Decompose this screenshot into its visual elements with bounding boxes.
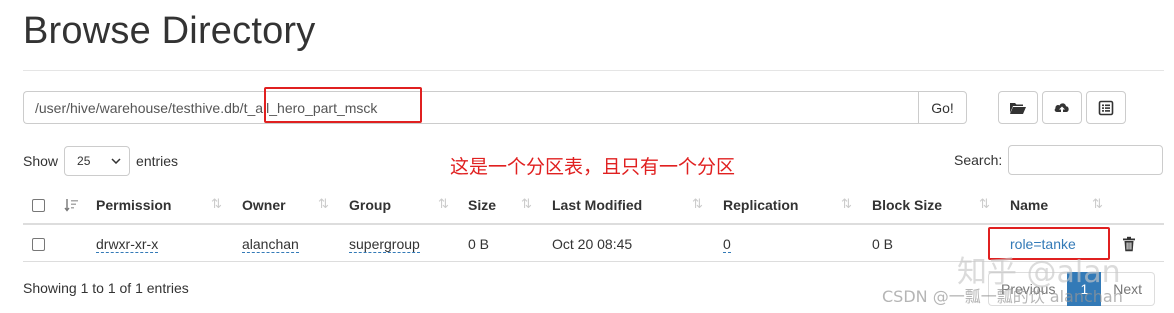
select-all-cell xyxy=(32,187,45,223)
row-checkbox[interactable] xyxy=(32,237,45,251)
sort-arrows-icon: ⇅ xyxy=(1092,196,1103,211)
column-header-size[interactable]: Size xyxy=(468,187,496,223)
column-header-name[interactable]: Name xyxy=(1010,187,1048,223)
size-value: 0 B xyxy=(468,236,490,252)
group-cell: supergroup xyxy=(349,226,420,262)
folder-open-icon xyxy=(1010,102,1026,114)
replication-value[interactable]: 0 xyxy=(723,236,731,253)
permission-cell: drwxr-xr-x xyxy=(96,226,159,262)
list-alt-icon xyxy=(1098,100,1114,115)
column-header-permission[interactable]: Permission xyxy=(96,187,171,223)
length-menu: Show 25 entries xyxy=(23,146,178,176)
sort-arrows-icon: ⇅ xyxy=(841,196,852,211)
path-annotation-box xyxy=(264,87,422,123)
show-label: Show xyxy=(23,153,59,169)
last-modified-value: Oct 20 08:45 xyxy=(552,236,633,252)
table-info: Showing 1 to 1 of 1 entries xyxy=(23,280,189,296)
row-select-cell xyxy=(32,226,45,262)
sort-arrows-icon: ⇅ xyxy=(692,196,703,211)
title-divider xyxy=(23,70,1164,71)
sort-arrows-icon: ⇅ xyxy=(521,196,532,211)
search-input[interactable] xyxy=(1008,145,1164,175)
column-header-last-modified[interactable]: Last Modified xyxy=(552,187,642,223)
owner-cell: alanchan xyxy=(242,226,299,262)
permission-value[interactable]: drwxr-xr-x xyxy=(96,236,159,253)
path-bar: /user/hive/warehouse/testhive.db/t_all_h… xyxy=(23,91,967,124)
search-label: Search: xyxy=(954,152,1003,168)
annotation-text: 这是一个分区表，且只有一个分区 xyxy=(450,156,736,178)
column-header-replication[interactable]: Replication xyxy=(723,187,798,223)
column-header-block-size[interactable]: Block Size xyxy=(872,187,942,223)
create-directory-button[interactable] xyxy=(998,91,1038,124)
cut-paste-button[interactable] xyxy=(1086,91,1126,124)
sort-arrows-icon: ⇅ xyxy=(211,196,222,211)
group-value[interactable]: supergroup xyxy=(349,236,420,253)
page-title: Browse Directory xyxy=(23,10,316,52)
search-box: Search: xyxy=(954,145,1164,175)
csdn-watermark: CSDN @一瓢一瓢的饮 alanchan xyxy=(882,287,1123,306)
trash-icon xyxy=(1123,236,1135,252)
sort-arrows-icon: ⇅ xyxy=(318,196,329,211)
block-size-value: 0 B xyxy=(872,236,894,252)
upload-button[interactable] xyxy=(1042,91,1082,124)
sort-icon[interactable] xyxy=(64,187,80,223)
go-button[interactable]: Go! xyxy=(918,91,967,124)
select-all-checkbox[interactable] xyxy=(32,198,45,212)
column-header-group[interactable]: Group xyxy=(349,187,391,223)
sort-amount-icon xyxy=(64,199,78,212)
sort-arrows-icon: ⇅ xyxy=(438,196,449,211)
chevron-down-icon xyxy=(111,158,121,164)
table-header: Permission ⇅ Owner ⇅ Group ⇅ Size ⇅ Last… xyxy=(23,187,1164,225)
cloud-upload-icon xyxy=(1054,102,1069,113)
directory-path-input[interactable]: /user/hive/warehouse/testhive.db/t_all_h… xyxy=(23,91,918,124)
owner-value[interactable]: alanchan xyxy=(242,236,299,253)
replication-cell: 0 xyxy=(723,226,731,262)
delete-button[interactable] xyxy=(1122,226,1136,262)
entries-select-value: 25 xyxy=(77,154,91,168)
column-header-owner[interactable]: Owner xyxy=(242,187,286,223)
entries-select[interactable]: 25 xyxy=(64,146,131,176)
sort-arrows-icon: ⇅ xyxy=(979,196,990,211)
entries-label: entries xyxy=(136,153,179,169)
